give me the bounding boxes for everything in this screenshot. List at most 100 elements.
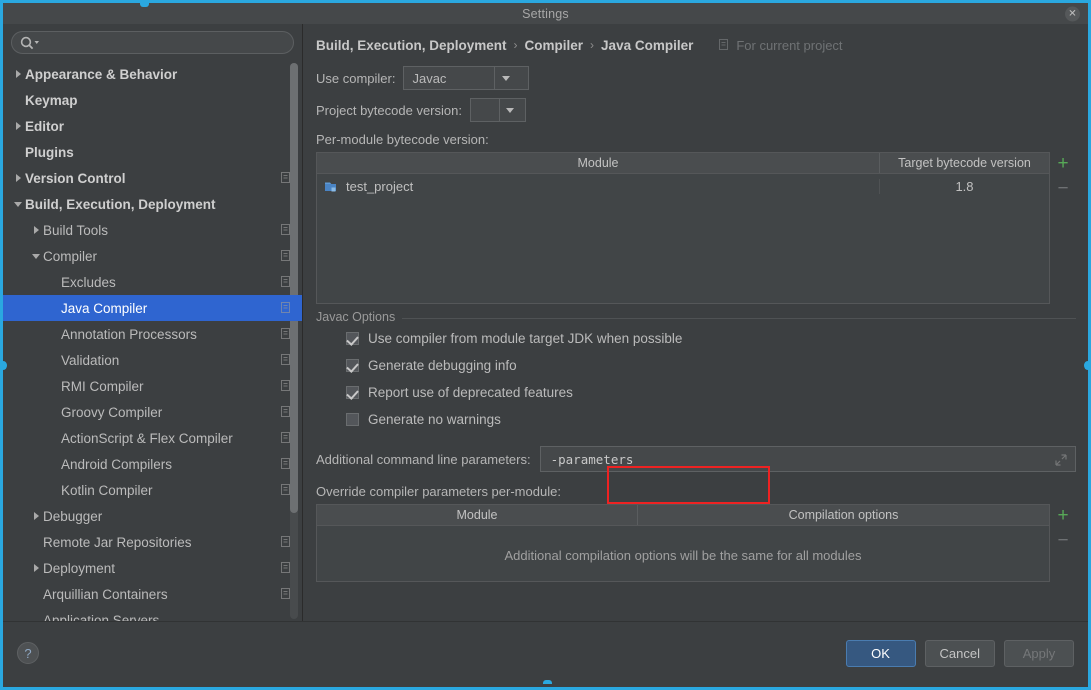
chevron-right-icon[interactable]: [11, 165, 25, 191]
checkbox-deprecated-features[interactable]: [346, 386, 359, 399]
checkbox-use-compiler-jdk[interactable]: [346, 332, 359, 345]
override-label-row: Override compiler parameters per-module:: [316, 484, 1076, 499]
window-edge-marker-bottom: [543, 680, 552, 684]
chevron-right-icon[interactable]: [11, 113, 25, 139]
column-header-module[interactable]: Module: [317, 153, 879, 173]
additional-params-input[interactable]: -parameters: [540, 446, 1076, 472]
checkbox-row-debugging-info[interactable]: Generate debugging info: [346, 358, 1076, 373]
project-bytecode-select[interactable]: [470, 98, 526, 122]
sidebar-item-remote-jar-repositories[interactable]: Remote Jar Repositories: [3, 529, 302, 555]
per-module-table[interactable]: Module Target bytecode version: [316, 152, 1050, 304]
per-module-table-wrap: Module Target bytecode version: [316, 152, 1076, 304]
sidebar-item-deployment[interactable]: Deployment: [3, 555, 302, 581]
sidebar-item-label: Plugins: [25, 145, 74, 160]
project-scope-icon: [281, 535, 292, 550]
chevron-right-icon[interactable]: [29, 555, 43, 581]
column-header-compilation-options[interactable]: Compilation options: [637, 505, 1049, 525]
sidebar-item-validation[interactable]: Validation: [3, 347, 302, 373]
sidebar-item-actionscript-flex-compiler[interactable]: ActionScript & Flex Compiler: [3, 425, 302, 451]
sidebar-item-java-compiler[interactable]: Java Compiler: [3, 295, 302, 321]
chevron-right-icon[interactable]: [29, 503, 43, 529]
sidebar-item-kotlin-compiler[interactable]: Kotlin Compiler: [3, 477, 302, 503]
sidebar-item-keymap[interactable]: Keymap: [3, 87, 302, 113]
sidebar-item-excludes[interactable]: Excludes: [3, 269, 302, 295]
sidebar-item-debugger[interactable]: Debugger: [3, 503, 302, 529]
add-override-button[interactable]: +: [1057, 506, 1068, 525]
javac-options-group: Javac Options Use compiler from module t…: [316, 318, 1076, 582]
breadcrumb-separator: ›: [590, 38, 594, 52]
breadcrumb-item-build[interactable]: Build, Execution, Deployment: [316, 38, 507, 53]
column-header-override-module[interactable]: Module: [317, 505, 637, 525]
remove-override-button[interactable]: −: [1057, 531, 1068, 550]
search-box[interactable]: [11, 31, 294, 54]
per-module-label: Per-module bytecode version:: [316, 132, 489, 147]
sidebar-item-compiler[interactable]: Compiler: [3, 243, 302, 269]
help-button[interactable]: ?: [17, 642, 39, 664]
sidebar-item-annotation-processors[interactable]: Annotation Processors: [3, 321, 302, 347]
sidebar-item-version-control[interactable]: Version Control: [3, 165, 302, 191]
remove-module-button[interactable]: −: [1057, 179, 1068, 198]
search-input[interactable]: [42, 36, 267, 50]
additional-params-value: -parameters: [541, 452, 634, 467]
sidebar-item-plugins[interactable]: Plugins: [3, 139, 302, 165]
checkbox-row-deprecated-features[interactable]: Report use of deprecated features: [346, 385, 1076, 400]
chevron-right-icon[interactable]: [11, 61, 25, 87]
sidebar-item-label: Build Tools: [43, 223, 108, 238]
override-table-wrap: Module Compilation options Additional co…: [316, 504, 1076, 582]
search-icon: [20, 36, 42, 55]
chevron-down-icon[interactable]: [29, 243, 43, 269]
sidebar-item-android-compilers[interactable]: Android Compilers: [3, 451, 302, 477]
close-icon[interactable]: ✕: [1065, 6, 1080, 21]
override-table[interactable]: Module Compilation options Additional co…: [316, 504, 1050, 582]
sidebar-item-label: Application Servers: [43, 613, 159, 622]
sidebar-item-rmi-compiler[interactable]: RMI Compiler: [3, 373, 302, 399]
checkbox-no-warnings[interactable]: [346, 413, 359, 426]
use-compiler-label: Use compiler:: [316, 71, 395, 86]
sidebar-item-label: Deployment: [43, 561, 115, 576]
search-container: [3, 24, 302, 58]
cell-target-bytecode: 1.8: [879, 179, 1049, 194]
cancel-button[interactable]: Cancel: [925, 640, 995, 667]
table-row[interactable]: test_project 1.8: [317, 174, 1049, 199]
add-module-button[interactable]: +: [1057, 154, 1068, 173]
chevron-right-icon[interactable]: [29, 217, 43, 243]
checkbox-debugging-info[interactable]: [346, 359, 359, 372]
sidebar-item-label: Version Control: [25, 171, 126, 186]
expand-icon[interactable]: [1055, 453, 1067, 471]
sidebar-item-groovy-compiler[interactable]: Groovy Compiler: [3, 399, 302, 425]
chevron-down-icon[interactable]: [499, 99, 521, 121]
sidebar-item-label: ActionScript & Flex Compiler: [61, 431, 233, 446]
breadcrumb-item-compiler[interactable]: Compiler: [525, 38, 584, 53]
project-scope-icon: [719, 38, 730, 53]
cell-module-name: test_project: [317, 179, 879, 194]
use-compiler-select[interactable]: Javac: [403, 66, 529, 90]
sidebar-item-build-execution-deployment[interactable]: Build, Execution, Deployment: [3, 191, 302, 217]
sidebar-item-label: Groovy Compiler: [61, 405, 162, 420]
project-scope-icon: [281, 587, 292, 602]
project-scope-icon: [281, 275, 292, 290]
sidebar-item-label: Excludes: [61, 275, 116, 290]
chevron-down-icon[interactable]: [494, 67, 516, 89]
title-bar: Settings ✕: [3, 0, 1088, 24]
project-scope-icon: [281, 561, 292, 576]
project-scope-badge: For current project: [719, 38, 842, 53]
checkbox-row-no-warnings[interactable]: Generate no warnings: [346, 412, 1076, 427]
per-module-label-row: Per-module bytecode version:: [316, 132, 1076, 147]
sidebar-item-label: Android Compilers: [61, 457, 172, 472]
ok-button[interactable]: OK: [846, 640, 916, 667]
sidebar-item-editor[interactable]: Editor: [3, 113, 302, 139]
chevron-down-icon[interactable]: [11, 191, 25, 217]
tree-indent-spacer: [47, 269, 61, 295]
tree-indent-spacer: [11, 87, 25, 113]
settings-sidebar: Appearance & BehaviorKeymapEditor Plugins…: [3, 24, 303, 624]
module-icon: [325, 181, 339, 193]
tree-indent-spacer: [29, 581, 43, 607]
sidebar-item-label: RMI Compiler: [61, 379, 144, 394]
column-header-target-bytecode[interactable]: Target bytecode version: [879, 153, 1049, 173]
javac-options-title: Javac Options: [316, 310, 402, 324]
sidebar-item-arquillian-containers[interactable]: Arquillian Containers: [3, 581, 302, 607]
sidebar-item-build-tools[interactable]: Build Tools: [3, 217, 302, 243]
sidebar-item-appearance-behavior[interactable]: Appearance & Behavior: [3, 61, 302, 87]
sidebar-item-application-servers[interactable]: Application Servers: [3, 607, 302, 621]
checkbox-row-use-compiler-jdk[interactable]: Use compiler from module target JDK when…: [346, 331, 1076, 346]
